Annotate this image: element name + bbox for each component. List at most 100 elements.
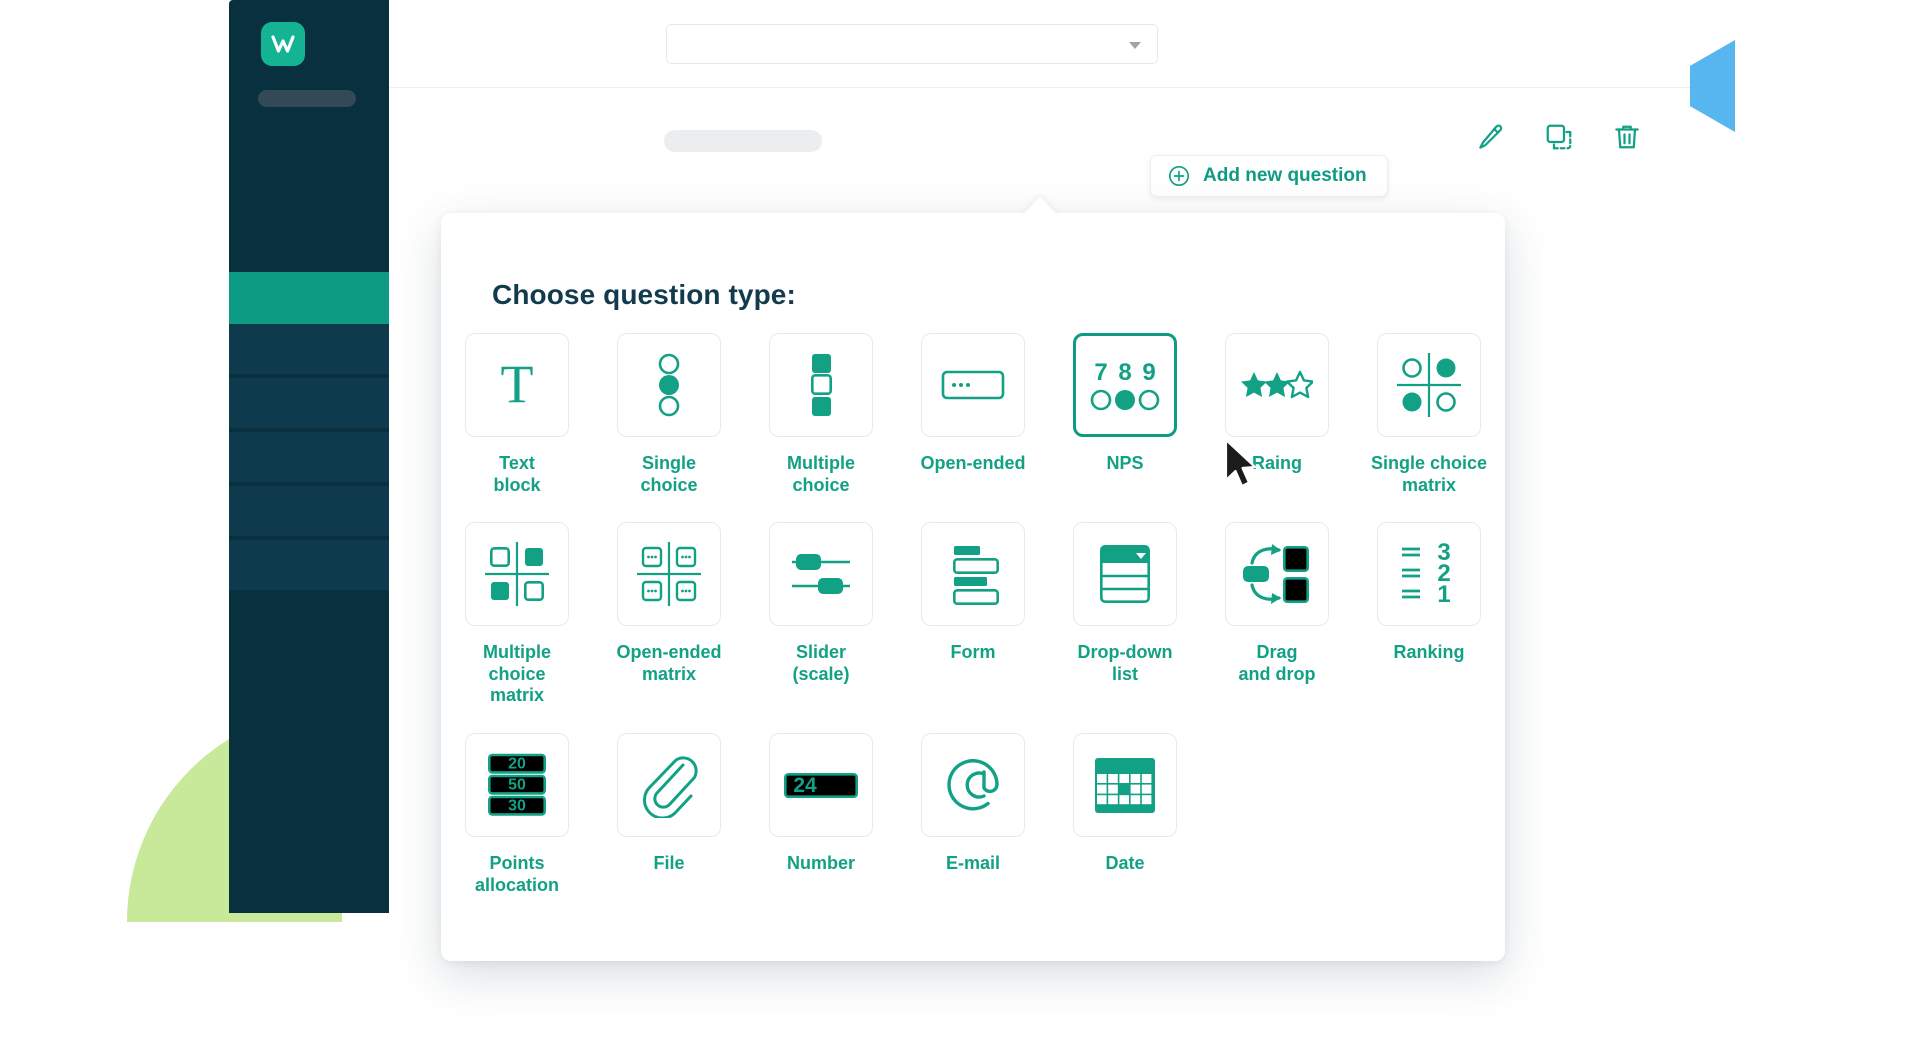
copy-icon[interactable] (1544, 122, 1574, 152)
svg-text:50: 50 (508, 777, 526, 794)
question-type-card[interactable] (617, 522, 721, 626)
trash-icon[interactable] (1612, 122, 1642, 152)
question-type-card[interactable] (1377, 333, 1481, 437)
multiple-choice-matrix-icon (484, 541, 550, 607)
question-type-drag-and-drop[interactable]: Drag and drop (1201, 522, 1353, 707)
add-new-question-button[interactable]: Add new question (1150, 155, 1388, 197)
open-ended-matrix-icon (636, 541, 702, 607)
panel-title: Choose question type: (492, 279, 796, 311)
pencil-icon[interactable] (1476, 122, 1506, 152)
svg-text:9: 9 (1142, 359, 1155, 386)
question-toolbar (1476, 122, 1642, 152)
question-type-label: E-mail (908, 853, 1038, 875)
screenshot-root: Add new question Choose question type: T… (0, 0, 1920, 1042)
number-icon: 24 (781, 752, 861, 818)
rating-stars-icon (1241, 352, 1313, 418)
svg-text:24: 24 (793, 774, 817, 797)
question-type-nps[interactable]: 789 NPS (1049, 333, 1201, 496)
question-type-card[interactable] (769, 333, 873, 437)
text-block-icon: T (484, 352, 550, 418)
question-type-card[interactable]: T (465, 333, 569, 437)
question-type-label: Date (1060, 853, 1190, 875)
question-type-form[interactable]: Form (897, 522, 1049, 707)
sidebar-item-2[interactable] (229, 378, 389, 430)
page-title-placeholder (664, 130, 822, 152)
sidebar-item-4[interactable] (229, 486, 389, 538)
question-type-paperclip[interactable]: File (593, 733, 745, 896)
question-type-card[interactable] (617, 733, 721, 837)
question-type-card[interactable]: 24 (769, 733, 873, 837)
question-type-label: Raing (1212, 453, 1342, 475)
question-type-label: Slider (scale) (756, 642, 886, 685)
svg-text:30: 30 (508, 798, 526, 815)
ranking-icon: 321 (1396, 541, 1462, 607)
at-sign-icon (940, 752, 1006, 818)
question-type-card[interactable] (465, 522, 569, 626)
multiple-choice-icon (788, 352, 854, 418)
question-type-label: Single choice (604, 453, 734, 496)
drag-and-drop-icon (1239, 541, 1315, 607)
sidebar-item-5[interactable] (229, 540, 389, 592)
question-type-slider[interactable]: Slider (scale) (745, 522, 897, 707)
question-type-label: Drop-down list (1060, 642, 1190, 685)
question-type-card[interactable]: 20 50 30 (465, 733, 569, 837)
points-allocation-icon: 20 50 30 (481, 752, 553, 818)
calendar-icon (1092, 752, 1158, 818)
sidebar-item-1[interactable] (229, 324, 389, 376)
sidebar-item-active[interactable] (229, 272, 389, 324)
question-type-single-choice-matrix[interactable]: Single choice matrix (1353, 333, 1505, 496)
question-type-label: Single choice matrix (1364, 453, 1494, 496)
question-type-card[interactable]: 789 (1073, 333, 1177, 437)
nps-icon: 789 (1086, 352, 1164, 418)
question-type-label: Drag and drop (1212, 642, 1342, 685)
panel-pointer-arrow (1022, 197, 1058, 215)
question-type-label: NPS (1060, 453, 1190, 475)
survey-select[interactable] (666, 24, 1158, 64)
question-type-card[interactable] (1225, 333, 1329, 437)
paperclip-icon (636, 752, 702, 818)
question-type-at-sign[interactable]: E-mail (897, 733, 1049, 896)
question-type-card[interactable] (921, 733, 1025, 837)
sidebar-title-placeholder (258, 90, 356, 107)
question-type-card[interactable] (617, 333, 721, 437)
question-type-single-choice[interactable]: Single choice (593, 333, 745, 496)
question-type-multiple-choice-matrix[interactable]: Multiple choice matrix (441, 522, 593, 707)
question-type-label: Multiple choice (756, 453, 886, 496)
app-logo[interactable] (261, 22, 305, 66)
sidebar-item-3[interactable] (229, 432, 389, 484)
chevron-down-icon (1129, 42, 1141, 49)
question-type-dropdown-list[interactable]: Drop-down list (1049, 522, 1201, 707)
plus-circle-icon (1167, 164, 1191, 188)
question-type-calendar[interactable]: Date (1049, 733, 1201, 896)
question-type-label: File (604, 853, 734, 875)
question-type-multiple-choice[interactable]: Multiple choice (745, 333, 897, 496)
question-type-number[interactable]: 24 Number (745, 733, 897, 896)
open-ended-icon (940, 352, 1006, 418)
question-type-text-block[interactable]: T Text block (441, 333, 593, 496)
question-type-open-ended[interactable]: Open-ended (897, 333, 1049, 496)
svg-text:T: T (501, 354, 534, 414)
w-logo-icon (269, 30, 297, 58)
question-type-label: Open-ended (908, 453, 1038, 475)
form-icon (940, 541, 1006, 607)
question-type-points-allocation[interactable]: 205030Points allocation (441, 733, 593, 896)
question-type-label: Number (756, 853, 886, 875)
svg-text:7: 7 (1094, 359, 1107, 386)
question-type-card[interactable] (1225, 522, 1329, 626)
question-type-label: Text block (452, 453, 582, 496)
question-type-open-ended-matrix[interactable]: Open-ended matrix (593, 522, 745, 707)
single-choice-icon (636, 352, 702, 418)
sidebar (229, 0, 389, 913)
svg-text:8: 8 (1118, 359, 1131, 386)
question-type-card[interactable] (1073, 733, 1177, 837)
question-type-card[interactable] (1073, 522, 1177, 626)
question-type-label: Multiple choice matrix (452, 642, 582, 707)
question-type-card[interactable] (769, 522, 873, 626)
question-type-card[interactable] (921, 333, 1025, 437)
question-type-ranking[interactable]: 321Ranking (1353, 522, 1505, 707)
question-type-grid: T Text block Single choice Multiple choice O… (441, 333, 1505, 896)
question-type-card[interactable]: 321 (1377, 522, 1481, 626)
question-type-card[interactable] (921, 522, 1025, 626)
question-type-rating-stars[interactable]: Raing (1201, 333, 1353, 496)
svg-text:20: 20 (508, 756, 526, 773)
